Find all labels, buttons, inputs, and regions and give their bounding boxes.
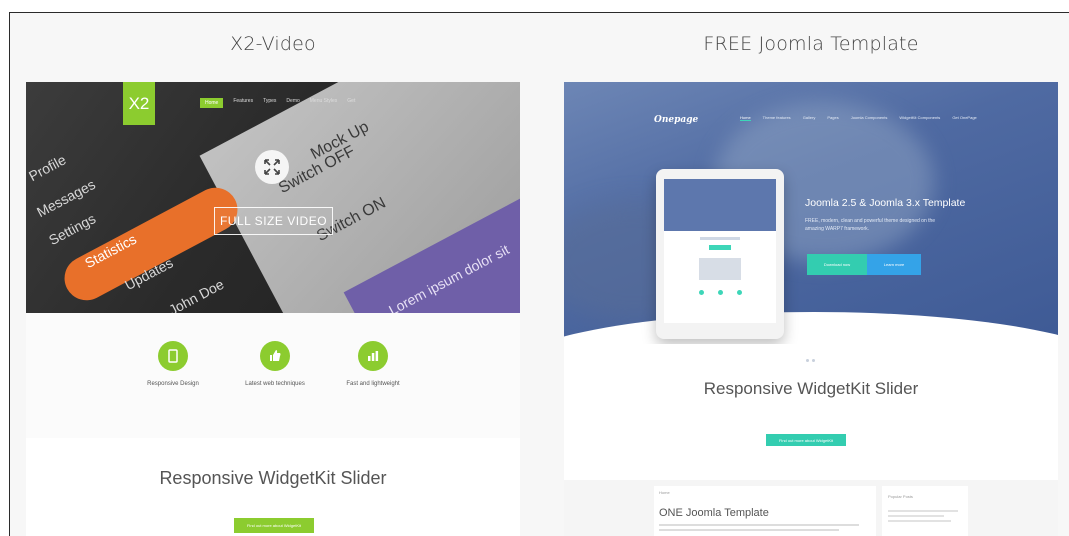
onepage-hero: Onepage Home Theme features Gallery Page… <box>564 82 1058 344</box>
onepage-nav-item[interactable]: Home <box>740 115 751 121</box>
x2-nav-item[interactable]: Home <box>200 98 224 108</box>
hero-ui-label: Settings <box>46 210 99 249</box>
joomla-template-preview[interactable]: Onepage Home Theme features Gallery Page… <box>564 82 1058 536</box>
x2-video-preview[interactable]: Profile Messages Settings Statistics Upd… <box>26 82 520 536</box>
hero-ui-label: John Doe <box>166 275 227 313</box>
screen-button <box>709 245 731 250</box>
tablet-screen <box>664 179 776 323</box>
hero-subtext: FREE, modern, clean and powerful theme d… <box>805 218 936 232</box>
x2-hero: Profile Messages Settings Statistics Upd… <box>26 82 520 313</box>
hero-headline: Joomla 2.5 & Joomla 3.x Template <box>805 197 966 209</box>
widgetkit-cta-button[interactable]: Find out more about WidgetKit <box>766 434 846 446</box>
learn-more-button[interactable]: Learn more <box>867 254 921 275</box>
x2-nav-item[interactable]: Types <box>263 98 276 108</box>
tablet-mockup <box>656 169 784 339</box>
bar-chart-icon <box>358 341 388 371</box>
onepage-logo[interactable]: Onepage <box>654 115 698 125</box>
x2-logo[interactable]: X2 <box>123 82 155 125</box>
x2-features: Responsive Design Latest web techniques … <box>26 313 520 438</box>
sidebar-title: Popular Posts <box>888 494 913 499</box>
feature-title: Responsive Design <box>147 381 199 387</box>
expand-icon[interactable] <box>255 150 289 184</box>
feature-title: Fast and lightweight <box>346 381 400 387</box>
card-title-joomla-template[interactable]: FREE Joomla Template <box>564 33 1058 55</box>
feature-item: Fast and lightweight <box>318 341 428 393</box>
card-title-x2-video[interactable]: X2-Video <box>26 33 520 55</box>
x2-nav-item[interactable]: Menu Styles <box>310 98 338 108</box>
onepage-nav-item[interactable]: Pages <box>827 115 838 121</box>
feature-item: Latest web techniques <box>220 341 330 393</box>
screen-image <box>699 258 741 280</box>
screen-bar <box>700 237 740 240</box>
onepage-nav-item[interactable]: Joomla Components <box>851 115 888 121</box>
thumbs-up-icon <box>260 341 290 371</box>
screen-hero <box>664 179 776 231</box>
breadcrumb[interactable]: Home <box>659 490 670 495</box>
tablet-icon <box>158 341 188 371</box>
onepage-nav-item[interactable]: Gallery <box>803 115 816 121</box>
screen-dots <box>664 290 776 295</box>
onepage-nav-item[interactable]: WidgetKit Components <box>899 115 940 121</box>
x2-nav-item[interactable]: Features <box>233 98 253 108</box>
article-text <box>659 524 859 534</box>
expand-arrows-icon <box>264 159 280 175</box>
section-title: Responsive WidgetKit Slider <box>703 379 919 398</box>
full-size-video-button[interactable]: FULL SIZE VIDEO <box>214 207 333 235</box>
x2-nav: Home Features Types Demo Menu Styles Get <box>200 98 355 108</box>
onepage-nav-item[interactable]: Get OnePage <box>952 115 976 121</box>
widgetkit-cta-button[interactable]: Find out more about WidgetKit <box>234 518 314 533</box>
onepage-nav-item[interactable]: Theme features <box>763 115 791 121</box>
feature-item: Responsive Design <box>118 341 228 393</box>
x2-nav-item[interactable]: Get <box>347 98 355 108</box>
slider-dots[interactable] <box>806 359 815 362</box>
download-button[interactable]: Download now <box>807 254 867 275</box>
hero-ui-label: Profile <box>26 151 69 185</box>
article-area: Home ONE Joomla Template Popular Posts <box>564 480 1058 536</box>
sidebar-text <box>888 510 958 525</box>
template-gallery: X2-Video Profile Messages Settings Stati… <box>9 12 1069 536</box>
section-title: Responsive WidgetKit Slider <box>159 468 387 488</box>
onepage-nav: Home Theme features Gallery Pages Joomla… <box>740 115 977 121</box>
x2-nav-item[interactable]: Demo <box>286 98 299 108</box>
article-title: ONE Joomla Template <box>659 507 769 519</box>
feature-title: Latest web techniques <box>245 381 305 387</box>
